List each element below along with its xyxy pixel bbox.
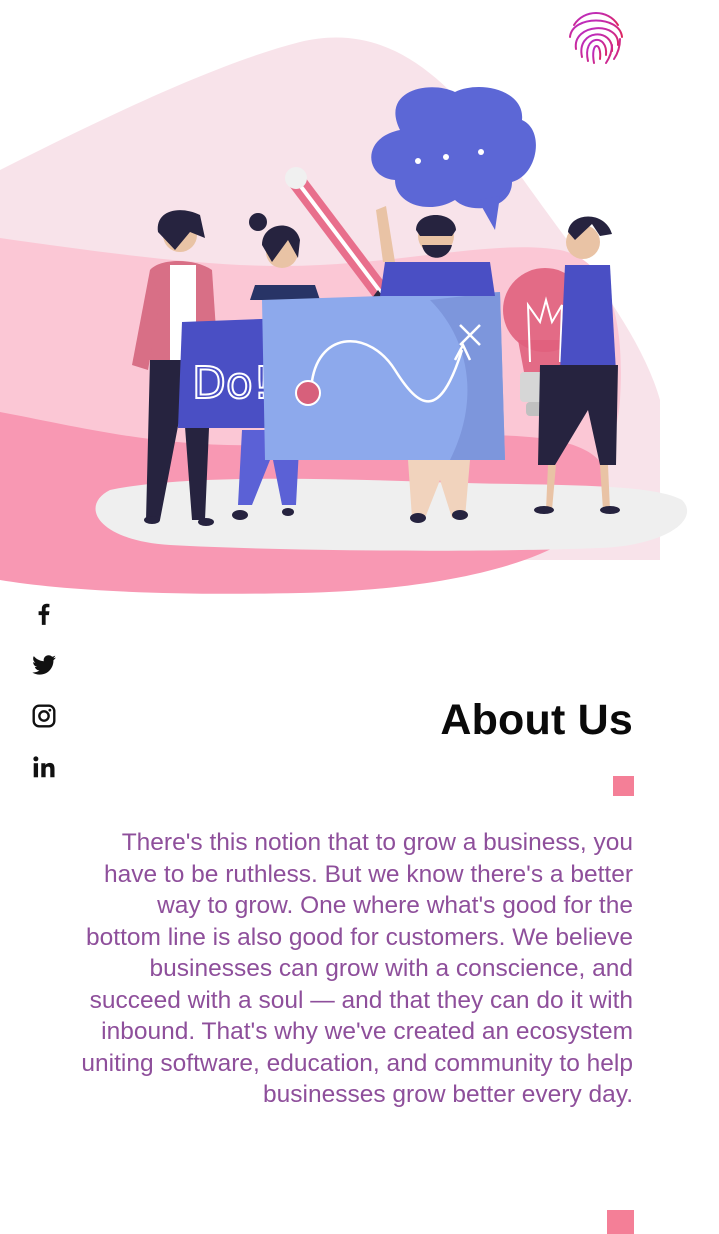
ground-shadow xyxy=(95,478,688,551)
linkedin-icon xyxy=(33,756,55,778)
accent-square-top xyxy=(613,776,634,796)
instagram-icon xyxy=(32,704,56,728)
accent-square-bottom xyxy=(607,1210,634,1234)
twitter-icon xyxy=(32,655,56,675)
twitter-link[interactable] xyxy=(30,651,58,679)
fingerprint-icon[interactable] xyxy=(562,3,630,71)
journey-board xyxy=(262,292,505,460)
about-body-text: There's this notion that to grow a busin… xyxy=(81,829,633,1108)
do-sign-text: Do! xyxy=(192,358,270,409)
instagram-link[interactable] xyxy=(30,702,58,730)
hero-illustration: Do! xyxy=(0,37,688,594)
about-title: About Us xyxy=(440,696,633,744)
facebook-icon xyxy=(38,603,50,625)
linkedin-link[interactable] xyxy=(30,753,58,781)
facebook-link[interactable] xyxy=(30,600,58,628)
